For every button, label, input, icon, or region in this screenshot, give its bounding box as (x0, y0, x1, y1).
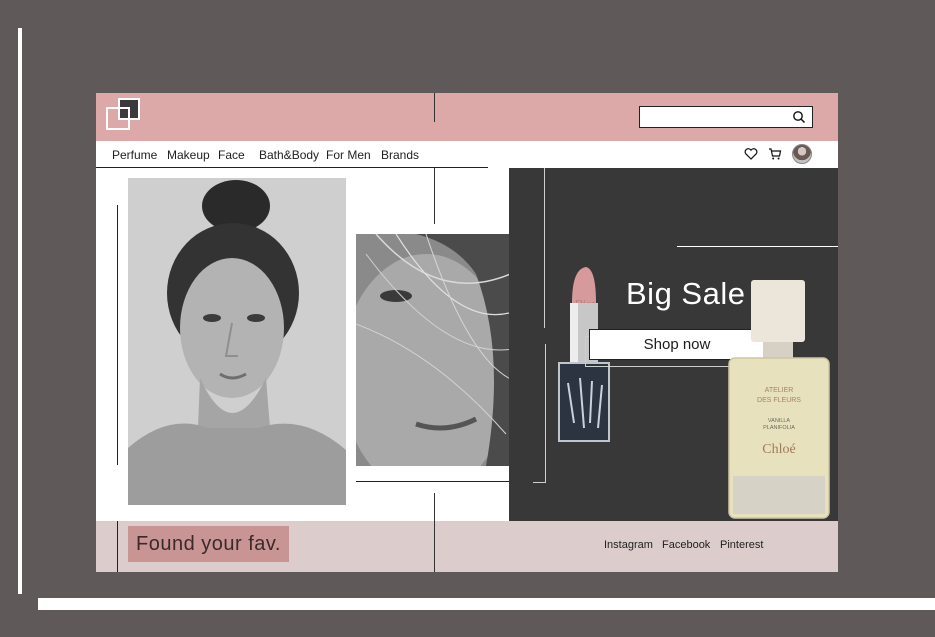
center-guide-line-footer (434, 493, 435, 572)
search-icon[interactable] (792, 110, 806, 124)
nav-item-perfume[interactable]: Perfume (112, 148, 157, 162)
logo[interactable] (106, 98, 142, 130)
nav-item-bath-body[interactable]: Bath&Body (259, 148, 319, 162)
social-link-facebook[interactable]: Facebook (662, 539, 710, 551)
perfume-bottle-image: ATELIER DES FLEURS VANILLA PLANIFOLIA Ch… (727, 280, 831, 520)
cart-icon[interactable] (767, 146, 783, 162)
nav-divider (96, 167, 488, 168)
svg-text:PLANIFOLIA: PLANIFOLIA (763, 425, 795, 431)
nav-item-for-men[interactable]: For Men (326, 148, 371, 162)
svg-text:Chloé: Chloé (762, 442, 795, 457)
nav-item-brands[interactable]: Brands (381, 148, 419, 162)
promo-guide-line (544, 168, 545, 328)
main-nav: Perfume Makeup Face Bath&Body For Men Br… (96, 141, 838, 168)
promo-frame-line (533, 344, 546, 483)
model-portrait-photo (128, 178, 346, 505)
svg-text:ATELIER: ATELIER (765, 387, 794, 394)
avatar[interactable] (792, 144, 812, 164)
promo-banner: Dior Big Sale Shop now ATELIER DES FLEUR… (509, 168, 838, 523)
footer-bar: Found your fav. Instagram Facebook Pinte… (96, 521, 838, 572)
accent-vertical-line (117, 205, 118, 465)
logo-square-front (106, 107, 130, 130)
footer-accent-line (117, 521, 118, 572)
header-bar (96, 93, 838, 141)
nav-item-face[interactable]: Face (218, 148, 245, 162)
model-closeup-photo (356, 234, 530, 466)
svg-text:VANILLA: VANILLA (768, 418, 791, 424)
heart-icon[interactable] (743, 146, 759, 162)
decorative-horizontal-line (38, 598, 935, 610)
center-guide-line (434, 93, 435, 122)
search-box[interactable] (639, 106, 813, 128)
site-canvas: Perfume Makeup Face Bath&Body For Men Br… (96, 93, 838, 572)
promo-accent-line (677, 246, 838, 247)
social-link-pinterest[interactable]: Pinterest (720, 539, 763, 551)
found-your-fav-button[interactable]: Found your fav. (128, 526, 289, 562)
nav-item-makeup[interactable]: Makeup (167, 148, 210, 162)
search-input[interactable] (644, 109, 788, 127)
social-link-instagram[interactable]: Instagram (604, 539, 653, 551)
svg-text:DES FLEURS: DES FLEURS (757, 397, 801, 404)
decorative-vertical-line (18, 28, 22, 594)
